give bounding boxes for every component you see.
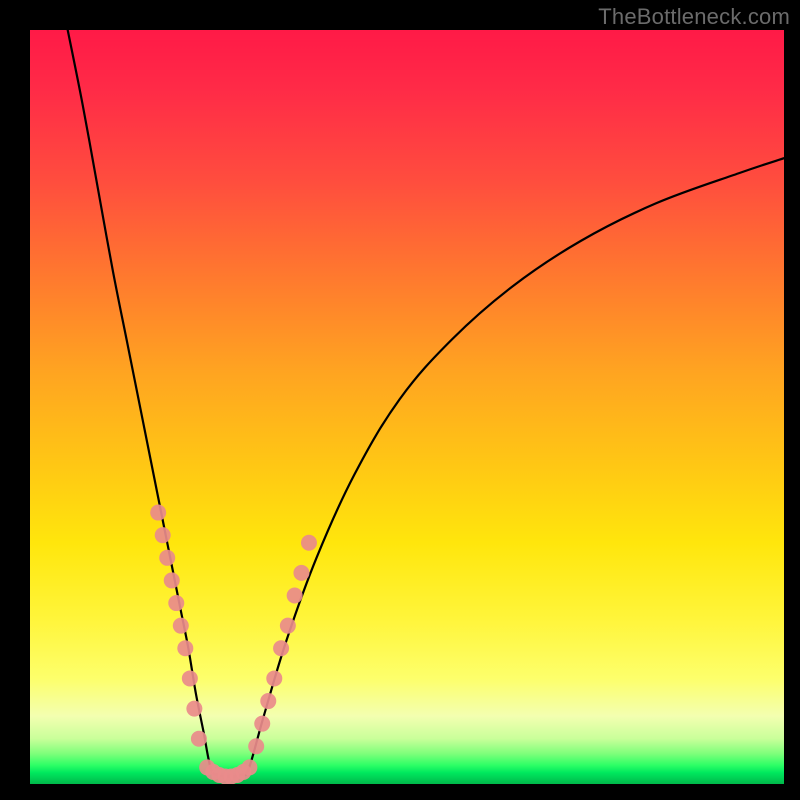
data-dot-left [155, 527, 171, 543]
dots-layer [150, 505, 317, 784]
data-dot-right [293, 565, 309, 581]
data-dot-right [301, 535, 317, 551]
data-dot-left [186, 701, 202, 717]
data-dot-left [164, 572, 180, 588]
bottleneck-curve [68, 30, 784, 777]
data-dot-left [173, 618, 189, 634]
data-dot-left [150, 505, 166, 521]
data-dot-right [248, 738, 264, 754]
curve-layer [68, 30, 784, 777]
data-dot-right [254, 716, 270, 732]
watermark-text: TheBottleneck.com [598, 4, 790, 30]
data-dot-left [182, 670, 198, 686]
data-dot-bottom [241, 759, 257, 775]
data-dot-left [191, 731, 207, 747]
data-dot-right [273, 640, 289, 656]
data-dot-right [287, 588, 303, 604]
data-dot-right [260, 693, 276, 709]
data-dot-right [280, 618, 296, 634]
data-dot-right [266, 670, 282, 686]
data-dot-left [168, 595, 184, 611]
data-dot-left [159, 550, 175, 566]
chart-stage: TheBottleneck.com [0, 0, 800, 800]
chart-svg [30, 30, 784, 784]
plot-area [30, 30, 784, 784]
data-dot-left [177, 640, 193, 656]
